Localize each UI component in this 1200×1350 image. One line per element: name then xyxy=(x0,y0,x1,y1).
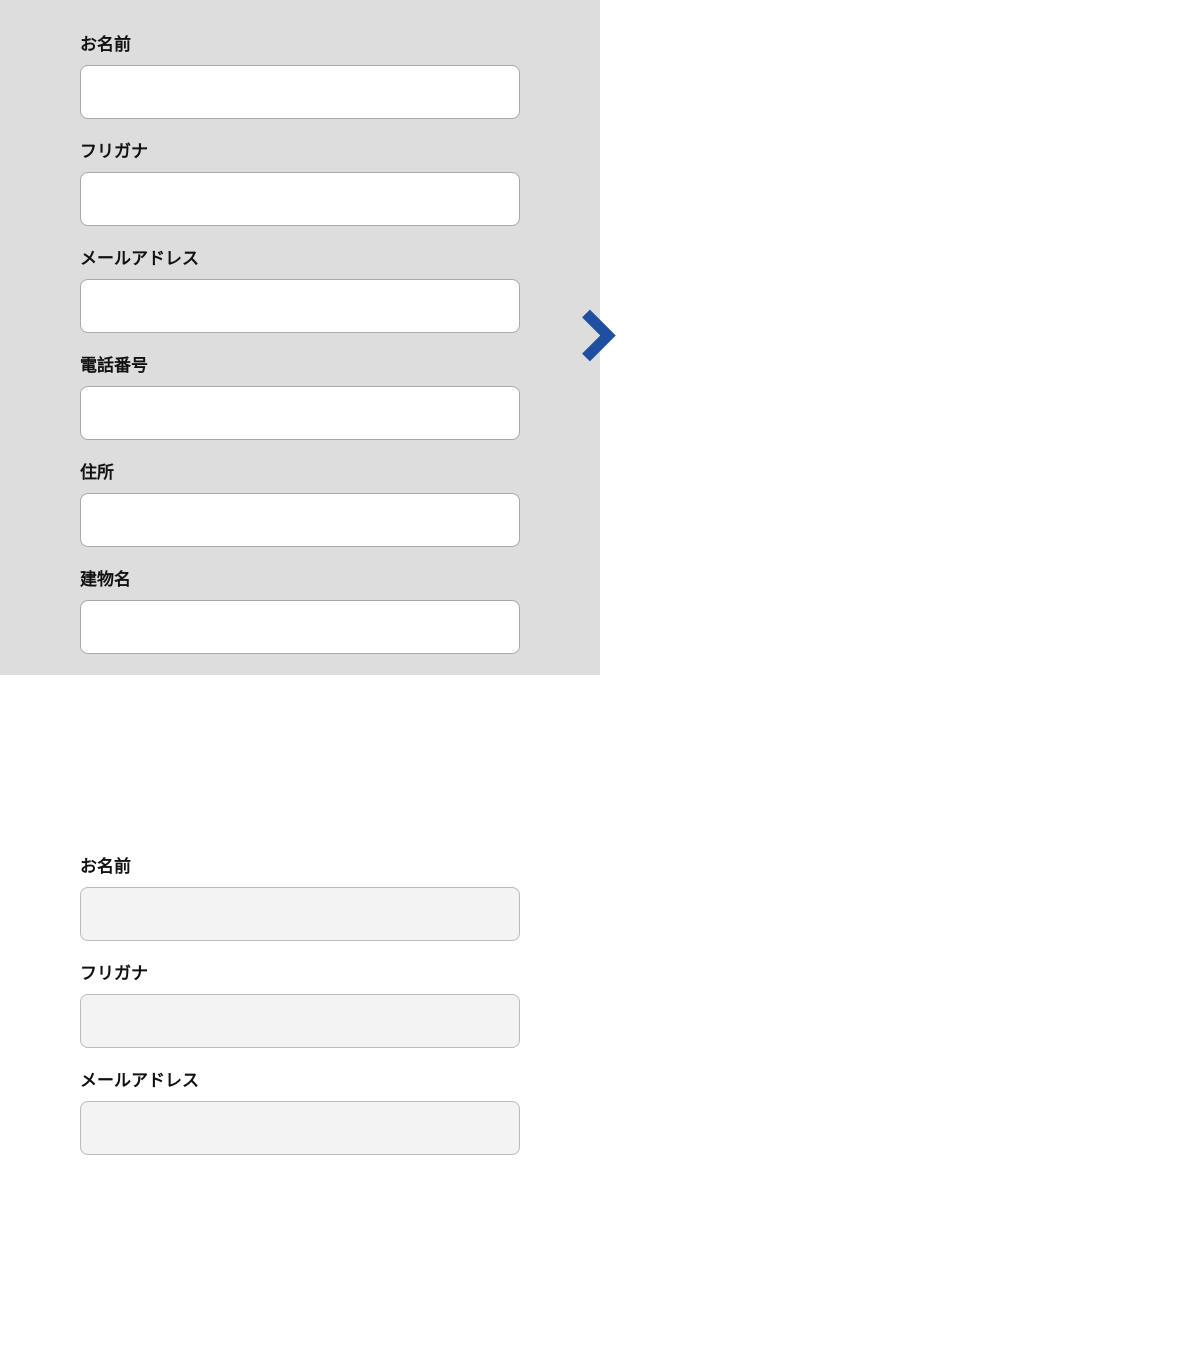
name-input[interactable] xyxy=(80,887,520,941)
address-label: 住所 xyxy=(80,458,520,483)
furigana-input[interactable] xyxy=(80,994,520,1048)
email-input[interactable] xyxy=(80,1101,520,1155)
form-group: メールアドレス xyxy=(80,1066,520,1155)
building-input[interactable] xyxy=(80,600,520,654)
name-label: お名前 xyxy=(80,30,520,55)
form-group: フリガナ xyxy=(80,137,520,226)
before-form-panel: お名前 フリガナ メールアドレス 電話番号 住所 建物名 xyxy=(0,0,600,675)
building-label: 建物名 xyxy=(80,565,520,590)
form-group: フリガナ xyxy=(80,959,520,1048)
email-label: メールアドレス xyxy=(80,244,520,269)
form-group: お名前 xyxy=(80,30,520,119)
furigana-label: フリガナ xyxy=(80,959,520,984)
form-group: 電話番号 xyxy=(80,351,520,440)
email-label: メールアドレス xyxy=(80,1066,520,1091)
name-label: お名前 xyxy=(80,852,520,877)
phone-label: 電話番号 xyxy=(80,351,520,376)
email-input[interactable] xyxy=(80,279,520,333)
phone-input[interactable] xyxy=(80,386,520,440)
address-input[interactable] xyxy=(80,493,520,547)
form-group: メールアドレス xyxy=(80,244,520,333)
form-group: 住所 xyxy=(80,458,520,547)
after-form-panel: お名前 フリガナ メールアドレス xyxy=(0,675,600,1350)
form-group: 建物名 xyxy=(80,565,520,654)
furigana-input[interactable] xyxy=(80,172,520,226)
furigana-label: フリガナ xyxy=(80,137,520,162)
name-input[interactable] xyxy=(80,65,520,119)
form-group: お名前 xyxy=(80,852,520,941)
